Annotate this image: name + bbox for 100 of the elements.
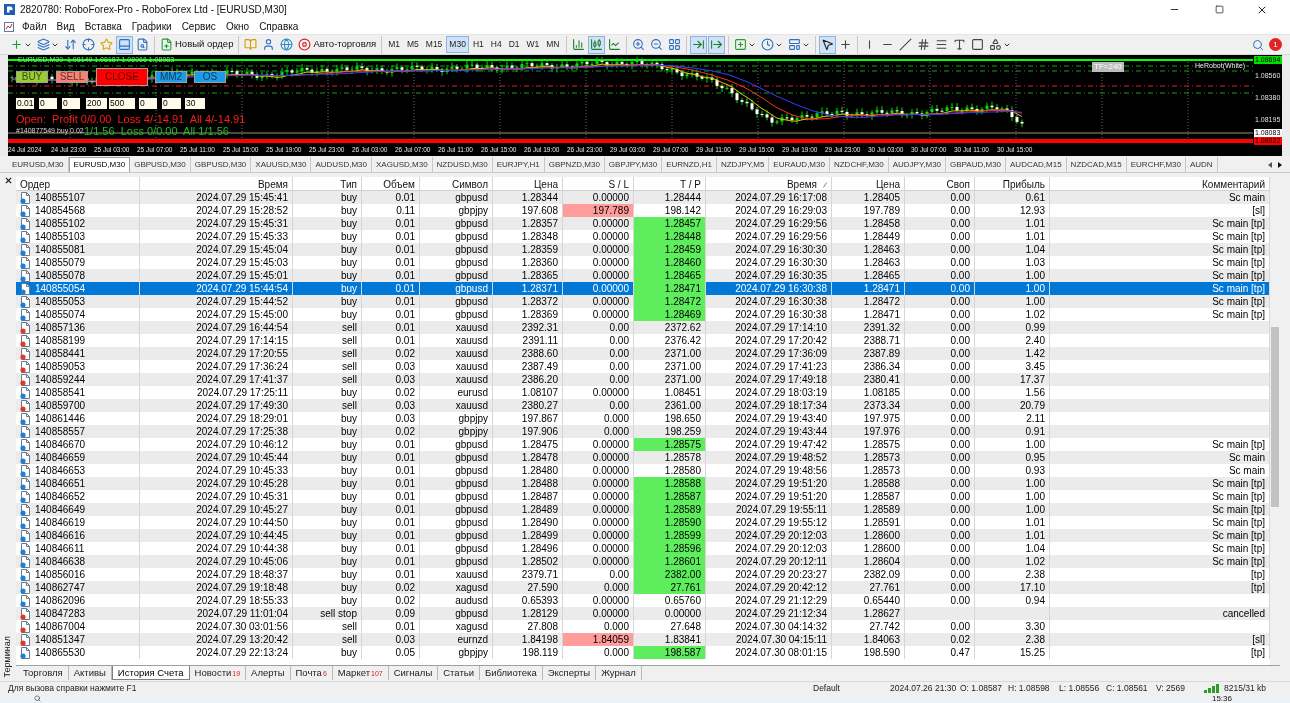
order-number: 140846659 bbox=[35, 451, 86, 464]
order-number: 140862096 bbox=[35, 594, 86, 607]
document-icon bbox=[20, 347, 31, 360]
table-row[interactable]: 140855053 2024.07.29 15:44:52 buy 0.01 gbpusd 1.28372 0.00000 1.28472 2024.07.29 16:30:38 1.28472 0.00 1.00 Sc main [tp] bbox=[16, 295, 1270, 308]
table-row[interactable]: 140846659 2024.07.29 10:45:44 buy 0.01 gbpusd 1.28478 0.00000 1.28578 2024.07.29 19:48:52 1.28573 0.00 0.95 Sc main bbox=[16, 451, 1270, 464]
book-icon bbox=[244, 38, 258, 51]
toolbar-button[interactable]: Авто-торговля bbox=[296, 35, 379, 54]
order-number: 140855054 bbox=[35, 282, 86, 295]
terminal-tab[interactable]: Сигналы bbox=[388, 666, 439, 680]
menu-item[interactable]: Сервис bbox=[176, 19, 221, 34]
timeframe-button[interactable]: D1 bbox=[505, 36, 523, 53]
terminal-tab[interactable]: История Счета bbox=[111, 666, 190, 680]
order-number: 140865530 bbox=[35, 646, 86, 659]
template-icon bbox=[787, 38, 801, 51]
scrollbar-thumb[interactable] bbox=[1271, 327, 1279, 507]
table-row[interactable]: 140851347 2024.07.29 13:20:42 sell 0.03 eurnzd 1.84198 1.84059 1.83841 2024.07.30 04:15:11 1.84063 0.02 2.38 [sl] bbox=[16, 633, 1270, 646]
toolbar-button[interactable] bbox=[818, 35, 836, 54]
close-panel-button[interactable] bbox=[3, 175, 13, 185]
search-button[interactable] bbox=[1251, 37, 1265, 52]
table-cell: 1.28460 bbox=[634, 256, 706, 269]
table-row[interactable]: 140846638 2024.07.29 10:45:06 buy 0.01 gbpusd 1.28502 0.00000 1.28601 2024.07.29 20:12:11 1.28604 0.00 1.02 Sc main [tp] bbox=[16, 555, 1270, 568]
table-row[interactable]: 140846616 2024.07.29 10:44:45 buy 0.01 gbpusd 1.28499 0.00000 1.28599 2024.07.29 20:12:03 1.28600 0.00 1.01 Sc main [tp] bbox=[16, 529, 1270, 542]
menu-item[interactable]: Справка bbox=[254, 19, 304, 34]
timeframe-button[interactable]: H1 bbox=[469, 36, 487, 53]
plus-icon bbox=[10, 38, 23, 51]
order-number: 140859244 bbox=[35, 373, 86, 386]
terminal-tab[interactable]: Алерты bbox=[246, 666, 291, 680]
table-row[interactable]: 140855107 2024.07.29 15:45:41 buy 0.01 gbpusd 1.28344 0.00000 1.28444 2024.07.29 16:17:08 1.28405 0.00 0.61 Sc main bbox=[16, 191, 1270, 204]
timeframe-button[interactable]: MN bbox=[543, 36, 563, 53]
order-number: 140856016 bbox=[35, 568, 86, 581]
table-row[interactable]: 140855102 2024.07.29 15:45:31 buy 0.01 gbpusd 1.28357 0.00000 1.28457 2024.07.29 16:29:56 1.28458 0.00 1.01 Sc main [tp] bbox=[16, 217, 1270, 230]
document-icon bbox=[20, 321, 31, 334]
table-row[interactable]: 140855078 2024.07.29 15:45:01 buy 0.01 gbpusd 1.28365 0.00000 1.28465 2024.07.29 16:30:35 1.28465 0.00 1.00 Sc main [tp] bbox=[16, 269, 1270, 282]
connection-bars-icon bbox=[1204, 684, 1220, 693]
order-number: 140861446 bbox=[35, 412, 86, 425]
terminal-tab[interactable]: Статьи bbox=[438, 666, 480, 680]
timeframe-button[interactable]: W1 bbox=[523, 36, 543, 53]
table-cell: 198.590 bbox=[832, 646, 905, 659]
search-icon[interactable] bbox=[34, 695, 41, 702]
table-row[interactable]: 140855054 2024.07.29 15:44:54 buy 0.01 gbpusd 1.28371 0.00000 1.28471 2024.07.29 16:30:38 1.28471 0.00 1.00 Sc main [tp] bbox=[16, 282, 1270, 295]
order-number: 140855053 bbox=[35, 295, 86, 308]
document-icon bbox=[20, 516, 31, 529]
terminal-tab[interactable]: Журнал bbox=[596, 666, 642, 680]
document-icon bbox=[20, 204, 31, 217]
timeframe-button[interactable]: M30 bbox=[446, 36, 469, 53]
status-hint: Для вызова справки нажмите F1 bbox=[8, 682, 138, 695]
menu-item[interactable]: Вставка bbox=[79, 19, 127, 34]
order-number: 140846619 bbox=[35, 516, 86, 529]
status-high: H: 1.08598 bbox=[1008, 682, 1051, 695]
terminal-tab[interactable]: Библиотека bbox=[480, 666, 543, 680]
arrow-from-line-icon bbox=[709, 38, 723, 51]
order-number: 140846652 bbox=[35, 490, 86, 503]
table-row[interactable]: 140859244 2024.07.29 17:41:37 sell 0.03 xauusd 2386.20 0.00 2371.00 2024.07.29 17:49:18 2380.41 0.00 17.37 bbox=[16, 373, 1270, 386]
layers-icon bbox=[37, 38, 50, 51]
triangle-right-icon[interactable] bbox=[1278, 161, 1282, 168]
timeframe-button[interactable]: H4 bbox=[487, 36, 505, 53]
table-row[interactable]: 140855081 2024.07.29 15:45:04 buy 0.01 gbpusd 1.28359 0.00000 1.28459 2024.07.29 16:30:30 1.28463 0.00 1.04 Sc main [tp] bbox=[16, 243, 1270, 256]
shapes-icon bbox=[988, 38, 1002, 51]
order-number: 140858557 bbox=[35, 425, 86, 438]
menu-item[interactable]: Окно bbox=[220, 19, 255, 34]
order-number: 140862747 bbox=[35, 581, 86, 594]
table-row[interactable]: 140857136 2024.07.29 16:44:54 sell 0.01 xauusd 2392.31 0.00 2372.62 2024.07.29 17:14:10 2391.32 0.00 0.99 bbox=[16, 321, 1270, 334]
document-icon bbox=[20, 282, 31, 295]
table-row[interactable]: 140858557 2024.07.29 17:25:38 buy 0.02 gbpjpy 197.906 0.000 198.259 2024.07.29 19:43:44 197.976 0.00 0.91 bbox=[16, 425, 1270, 438]
order-number: 140857136 bbox=[35, 321, 86, 334]
clock-icon bbox=[760, 38, 774, 51]
table-row[interactable]: 140859700 2024.07.29 17:49:30 sell 0.03 xauusd 2380.27 0.00 2361.00 2024.07.29 18:17:34 2373.34 0.00 20.79 bbox=[16, 399, 1270, 412]
table-row[interactable]: 140846651 2024.07.29 10:45:28 buy 0.01 gbpusd 1.28488 0.00000 1.28588 2024.07.29 19:51:20 1.28588 0.00 1.00 Sc main [tp] bbox=[16, 477, 1270, 490]
document-icon bbox=[20, 490, 31, 503]
order-number: 140847283 bbox=[35, 607, 86, 620]
table-row[interactable]: 140847283 2024.07.29 11:01:04 sell stop 0.09 gbpusd 1.28129 0.00000 0.00000 2024.07.29 21:12:34 1.28627 cancelled bbox=[16, 607, 1270, 620]
document-icon bbox=[20, 269, 31, 282]
star-icon bbox=[100, 38, 113, 51]
line-chart-icon bbox=[607, 38, 621, 51]
timeframe-button[interactable]: M15 bbox=[422, 36, 446, 53]
table-cell: gbpjpy bbox=[420, 646, 493, 659]
menu-item[interactable]: Графики bbox=[126, 19, 177, 34]
table-row[interactable]: 140858441 2024.07.29 17:20:55 sell 0.02 xauusd 2388.60 0.00 2371.00 2024.07.29 17:36:09 2387.89 0.00 1.42 bbox=[16, 347, 1270, 360]
terminal-tab[interactable]: Эксперты bbox=[542, 666, 597, 680]
document-icon bbox=[20, 334, 31, 347]
search-icon bbox=[1252, 38, 1264, 51]
triangle-left-icon[interactable] bbox=[1268, 161, 1272, 168]
table-row[interactable]: 140862747 2024.07.29 19:18:48 buy 0.02 xagusd 27.590 0.000 27.761 2024.07.29 20:42:12 27.761 0.00 17.10 [tp] bbox=[16, 581, 1270, 594]
table-cell: 1.28457 bbox=[634, 217, 706, 230]
terminal-tab[interactable]: Торговля bbox=[18, 666, 69, 680]
stop-icon bbox=[298, 38, 312, 51]
chart-tab[interactable]: EURUSD,M30 bbox=[68, 157, 131, 172]
document-icon bbox=[20, 477, 31, 490]
table-cell: 198.587 bbox=[634, 646, 706, 659]
timeframe-button[interactable]: M1 bbox=[385, 36, 403, 53]
horizontal-lines-icon bbox=[934, 38, 948, 51]
crosshair-icon bbox=[838, 38, 852, 51]
table-row[interactable]: 140846649 2024.07.29 10:45:27 buy 0.01 gbpusd 1.28489 0.00000 1.28589 2024.07.29 19:55:11 1.28589 0.00 1.00 Sc main [tp] bbox=[16, 503, 1270, 516]
timeframe-button[interactable]: M5 bbox=[404, 36, 422, 53]
notification-badge[interactable]: 1 bbox=[1269, 38, 1282, 51]
table-cell: 1.28588 bbox=[634, 477, 706, 490]
terminal-tab[interactable]: Активы bbox=[68, 666, 112, 680]
menu-item[interactable]: Файл bbox=[17, 19, 52, 34]
toolbar-button[interactable]: Новый ордер bbox=[158, 35, 236, 54]
menu-item[interactable]: Вид bbox=[51, 19, 80, 34]
